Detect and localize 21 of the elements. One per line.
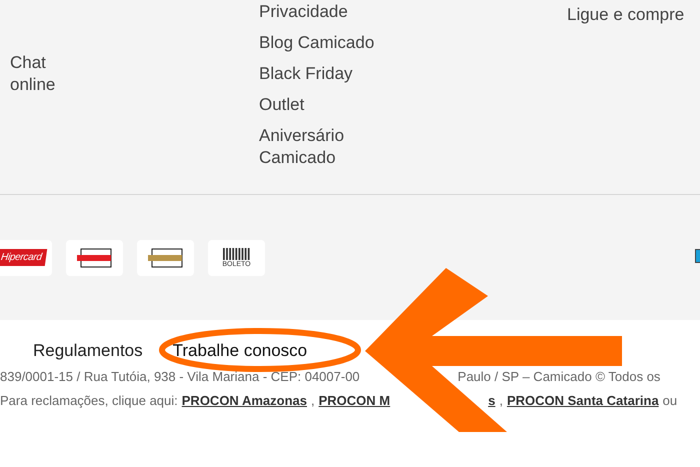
hipercard-logo: Hipercard: [0, 249, 48, 266]
footer-link[interactable]: Aniversário Camicado: [259, 125, 369, 169]
procon-link[interactable]: s: [488, 393, 496, 408]
footer-link[interactable]: Regulamentos: [33, 340, 143, 362]
footer-link[interactable]: Outlet: [259, 94, 567, 116]
complaint-text: Para reclamações, clique aqui:: [0, 393, 178, 408]
footer-link[interactable]: Black Friday: [259, 63, 567, 85]
footer-link[interactable]: Blog Camicado: [259, 32, 567, 54]
procon-link[interactable]: PROCON M: [318, 393, 390, 408]
chat-link[interactable]: Chat online: [10, 52, 70, 96]
footer-link[interactable]: Trabalhe conosco: [172, 340, 308, 362]
complaint-text: ,: [499, 393, 503, 408]
address-text: Paulo / SP – Camicado © Todos os: [458, 369, 660, 384]
procon-link[interactable]: PROCON Santa Catarina: [506, 393, 659, 408]
barcode-icon: [222, 248, 250, 260]
complaint-text: ,: [310, 393, 315, 408]
footer-link[interactable]: Privacidade: [259, 1, 567, 23]
address-text: 839/0001-15 / Rua Tutóia, 938 - Vila Mariana - CEP: 04007-00: [0, 369, 360, 384]
phone-link[interactable]: Ligue e compre: [567, 4, 684, 26]
complaint-text: ou: [662, 393, 678, 408]
procon-link[interactable]: PROCON Amazonas: [182, 393, 307, 408]
